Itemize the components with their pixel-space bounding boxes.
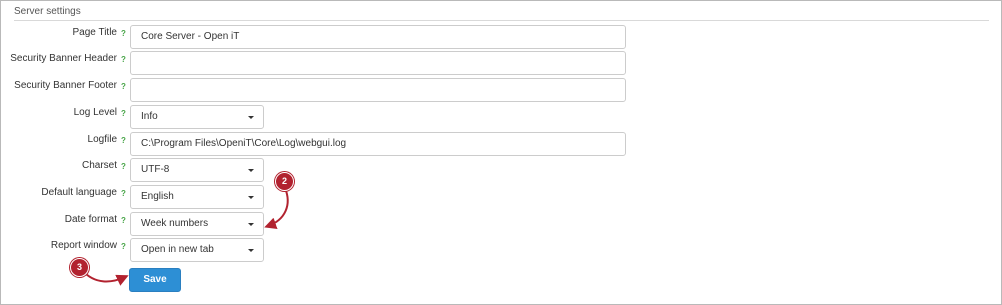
- callout-arrows: [81, 187, 289, 286]
- callout-arrow-step3: [81, 269, 129, 286]
- callout-badge-step3: 3: [70, 258, 89, 277]
- callout-arrow-step2: [264, 187, 289, 229]
- callout-badge-step2: 2: [275, 172, 294, 191]
